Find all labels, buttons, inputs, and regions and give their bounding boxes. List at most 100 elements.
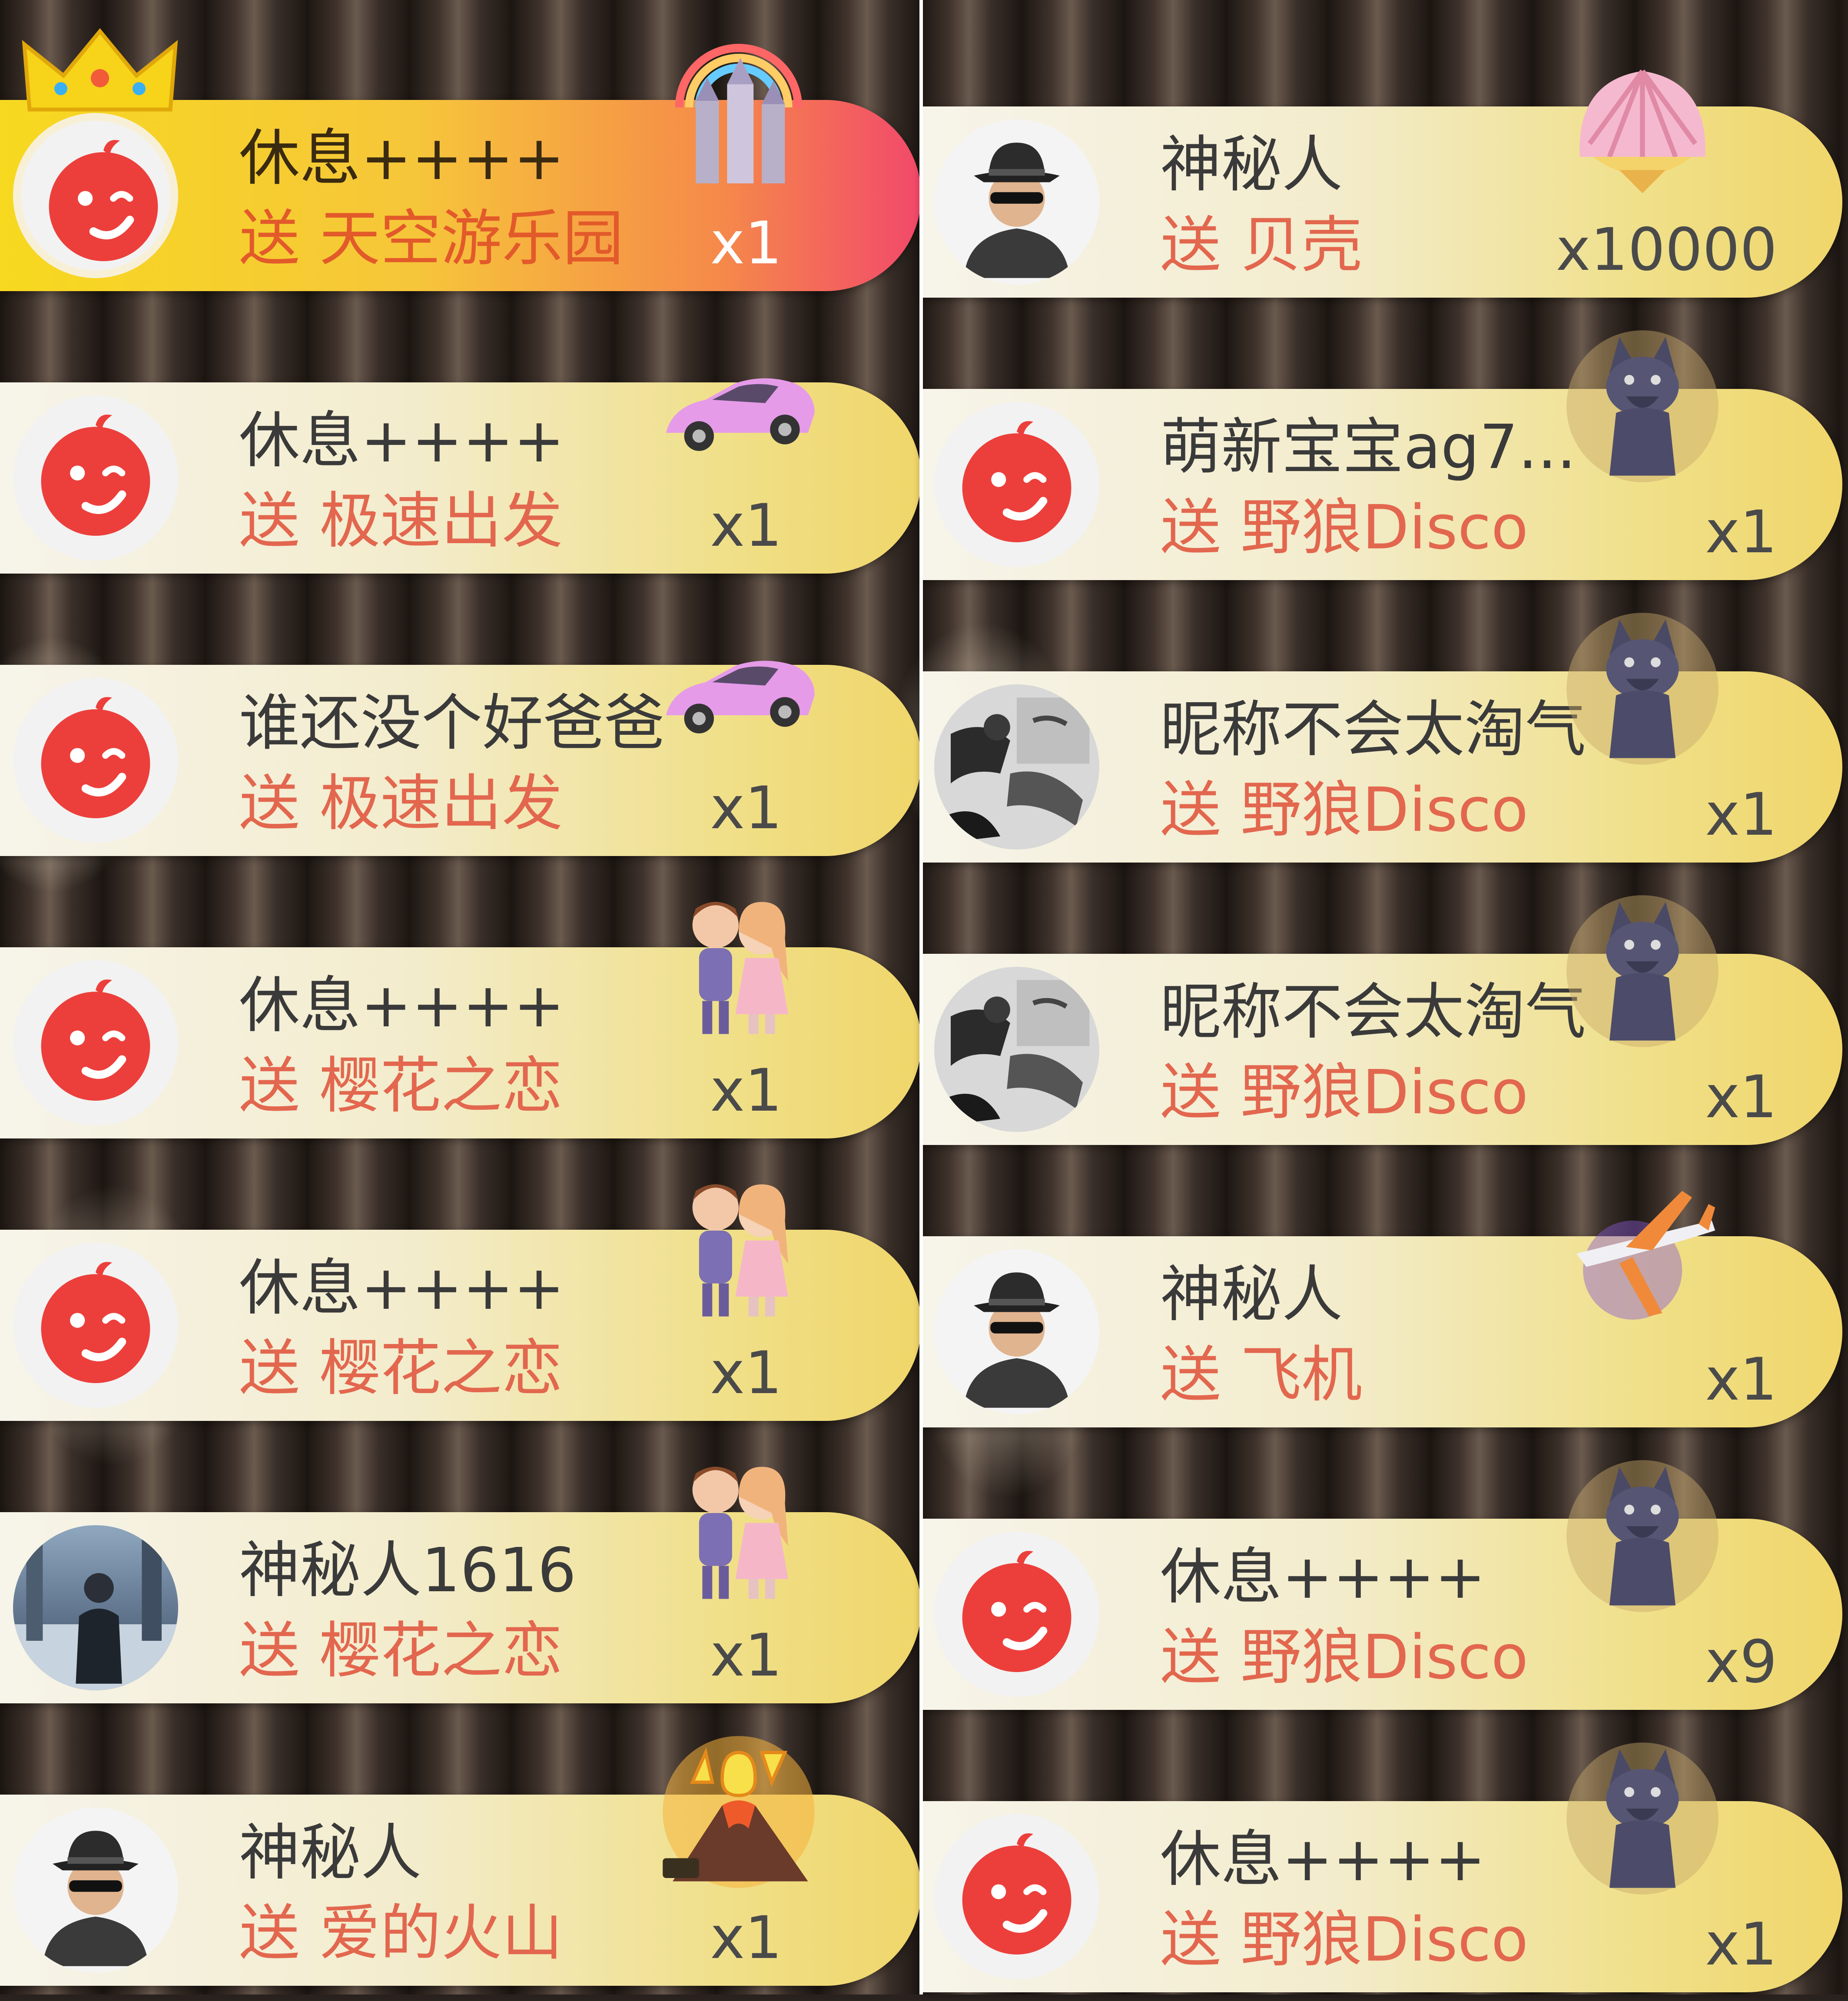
gift-message-row: 谁还没个好爸爸送极速出发 x1 bbox=[0, 660, 921, 865]
shell-icon bbox=[1560, 41, 1725, 206]
avatar[interactable] bbox=[13, 1808, 178, 1973]
gift-count: x10000 bbox=[1556, 216, 1777, 284]
avatar[interactable] bbox=[13, 678, 178, 843]
sender-name[interactable]: 昵称不会太淘气 bbox=[1160, 695, 1586, 765]
send-verb: 送 bbox=[239, 1616, 300, 1686]
sender-name[interactable]: 神秘人 bbox=[239, 1818, 421, 1888]
rainbow-castle-icon bbox=[656, 35, 821, 200]
gift-message-row: 神秘人送飞机 x1 bbox=[921, 1191, 1842, 1436]
gift-message-row: 休息++++ 送野狼Disco x1 bbox=[921, 1742, 1842, 2001]
gift-name: 极速出发 bbox=[319, 486, 563, 557]
sender-name[interactable]: 休息++++ bbox=[239, 1254, 564, 1323]
gift-message-row: 神秘人送爱的火山 x1 bbox=[0, 1736, 921, 1994]
red-face-avatar bbox=[21, 121, 170, 270]
send-verb: 送 bbox=[239, 1333, 300, 1404]
avatar[interactable] bbox=[13, 1243, 178, 1408]
gift-name: 贝壳 bbox=[1241, 210, 1363, 281]
red-face-avatar bbox=[13, 960, 178, 1125]
red-face-avatar bbox=[13, 395, 178, 561]
send-verb: 送 bbox=[239, 203, 300, 274]
gift-count: x1 bbox=[710, 209, 782, 277]
send-verb: 送 bbox=[1160, 1340, 1221, 1410]
gift-name: 飞机 bbox=[1241, 1340, 1363, 1410]
sender-name[interactable]: 谁还没个好爸爸 bbox=[239, 689, 665, 758]
gift-message-row: 神秘人送贝壳 x10000 bbox=[921, 70, 1842, 306]
send-verb: 送 bbox=[1160, 1905, 1221, 1975]
red-face-avatar bbox=[13, 1243, 178, 1408]
couple-icon bbox=[656, 1447, 821, 1612]
gift-description: 送野狼Disco bbox=[1160, 776, 1528, 845]
avatar[interactable] bbox=[13, 395, 178, 561]
gift-description: 送野狼Disco bbox=[1160, 1058, 1528, 1128]
avatar[interactable] bbox=[934, 1249, 1099, 1414]
gift-description: 送极速出发 bbox=[239, 487, 563, 556]
gift-count: x1 bbox=[1705, 1910, 1777, 1978]
gift-name: 野狼Disco bbox=[1241, 1622, 1529, 1693]
gift-count: x9 bbox=[1705, 1628, 1777, 1696]
sender-name[interactable]: 神秘人 bbox=[1160, 130, 1343, 200]
sender-name[interactable]: 休息++++ bbox=[239, 971, 564, 1041]
couple-icon bbox=[656, 1165, 821, 1330]
gift-count: x1 bbox=[1705, 1063, 1777, 1131]
gift-feed-left-column: 休息++++ 送天空游乐园 x1 休息++++ 送极速出发 x1 谁还没个好爸爸送极速出发 x… bbox=[0, 0, 921, 1994]
avatar[interactable] bbox=[934, 967, 1099, 1132]
red-face-avatar bbox=[934, 1814, 1099, 1979]
couple-icon bbox=[656, 882, 821, 1047]
sender-name[interactable]: 休息++++ bbox=[239, 124, 564, 193]
avatar[interactable] bbox=[934, 119, 1099, 285]
sender-name[interactable]: 神秘人1616 bbox=[239, 1536, 576, 1606]
sender-name[interactable]: 休息++++ bbox=[239, 406, 564, 476]
pink-sports-car-icon bbox=[656, 600, 821, 765]
gift-name: 天空游乐园 bbox=[319, 203, 624, 274]
gift-name: 极速出发 bbox=[319, 768, 563, 839]
send-verb: 送 bbox=[1160, 492, 1221, 563]
pink-sports-car-icon bbox=[656, 317, 821, 482]
gift-count: x1 bbox=[710, 1056, 782, 1125]
avatar[interactable] bbox=[13, 1525, 178, 1690]
gift-description: 送天空游乐园 bbox=[239, 204, 624, 274]
avatar[interactable] bbox=[934, 1532, 1099, 1697]
gift-message-row: 休息++++ 送天空游乐园 x1 bbox=[0, 28, 921, 300]
sender-name[interactable]: 休息++++ bbox=[1160, 1543, 1486, 1612]
gift-description: 送极速出发 bbox=[239, 769, 563, 839]
sender-name[interactable]: 休息++++ bbox=[1160, 1825, 1486, 1895]
avatar[interactable] bbox=[13, 960, 178, 1125]
gift-name: 野狼Disco bbox=[1241, 1057, 1529, 1128]
bw-photo-avatar bbox=[934, 967, 1099, 1132]
gift-description: 送樱花之恋 bbox=[239, 1334, 563, 1404]
gift-count: x1 bbox=[710, 1904, 782, 1972]
photo-avatar bbox=[13, 1525, 178, 1690]
gift-count: x1 bbox=[710, 491, 782, 560]
avatar[interactable] bbox=[934, 684, 1099, 850]
avatar[interactable] bbox=[13, 113, 178, 278]
send-verb: 送 bbox=[1160, 1057, 1221, 1128]
send-verb: 送 bbox=[239, 486, 300, 557]
gift-message-row: 休息++++ 送樱花之恋 x1 bbox=[0, 902, 921, 1147]
send-verb: 送 bbox=[1160, 775, 1221, 846]
gift-description: 送野狼Disco bbox=[1160, 493, 1528, 563]
send-verb: 送 bbox=[239, 1051, 300, 1122]
gift-description: 送野狼Disco bbox=[1160, 1905, 1528, 1975]
gift-count: x1 bbox=[710, 1339, 782, 1407]
bw-photo-avatar bbox=[934, 684, 1099, 850]
gift-name: 樱花之恋 bbox=[319, 1616, 563, 1686]
love-volcano-icon bbox=[656, 1729, 821, 1895]
gift-count: x1 bbox=[1705, 780, 1777, 849]
column-divider bbox=[919, 0, 923, 1994]
avatar[interactable] bbox=[934, 1814, 1099, 1979]
gift-count: x1 bbox=[710, 774, 782, 842]
gift-name: 野狼Disco bbox=[1241, 492, 1529, 563]
airplane-icon bbox=[1560, 1171, 1725, 1336]
gift-name: 爱的火山 bbox=[319, 1898, 563, 1969]
gift-count: x1 bbox=[1705, 1345, 1777, 1414]
gift-description: 送樱花之恋 bbox=[239, 1616, 563, 1686]
sender-name[interactable]: 神秘人 bbox=[1160, 1260, 1343, 1330]
sender-name[interactable]: 昵称不会太淘气 bbox=[1160, 978, 1586, 1047]
mystery-man-avatar bbox=[934, 1249, 1099, 1414]
wolf-icon bbox=[1560, 606, 1725, 771]
gift-message-row: 休息++++ 送极速出发 x1 bbox=[0, 378, 921, 582]
send-verb: 送 bbox=[1160, 1622, 1221, 1693]
avatar[interactable] bbox=[934, 402, 1099, 567]
sender-name[interactable]: 萌新宝宝ag7... bbox=[1160, 413, 1576, 482]
gift-count: x1 bbox=[710, 1621, 782, 1689]
